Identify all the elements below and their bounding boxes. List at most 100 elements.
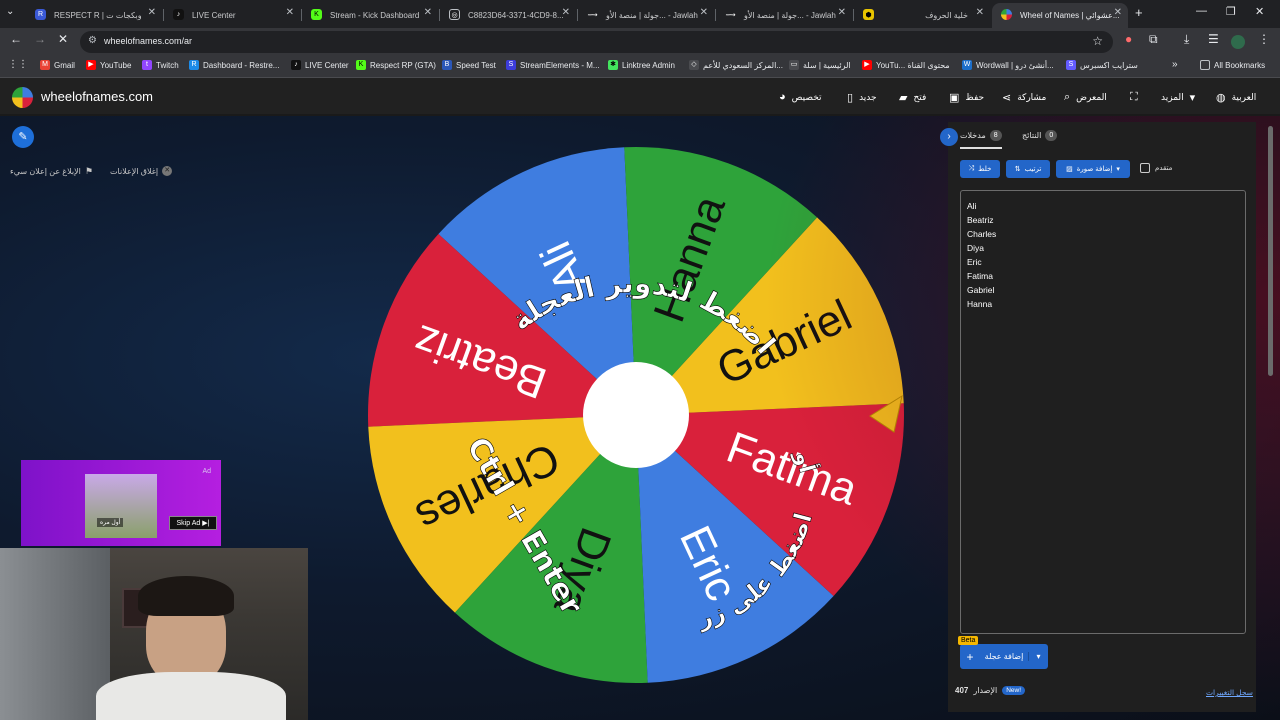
close-icon[interactable]: ✕ bbox=[838, 7, 846, 18]
close-icon[interactable]: ✕ bbox=[424, 7, 432, 18]
extensions-icon[interactable]: ⧉ bbox=[1149, 33, 1158, 45]
browser-tab-3[interactable]: K Stream - Kick Dashboard ✕ bbox=[302, 3, 438, 28]
page-scrollbar[interactable] bbox=[1268, 126, 1273, 376]
entry-line[interactable]: Gabriel bbox=[967, 283, 1239, 297]
bookmark-saudi-center[interactable]: ◇ المركز السعودي للأعم... bbox=[689, 60, 783, 70]
site-info-icon[interactable]: ⚙ bbox=[88, 35, 97, 46]
advanced-checkbox[interactable] bbox=[1140, 163, 1150, 173]
entry-line[interactable]: Beatriz bbox=[967, 213, 1239, 227]
close-icon[interactable]: ✕ bbox=[1114, 7, 1122, 18]
nav-language[interactable]: ◍ العربية bbox=[1216, 91, 1256, 104]
entries-textarea[interactable]: Ali Beatriz Charles Diya Eric Fatima Gabriel Ha… bbox=[960, 190, 1246, 634]
entry-line[interactable]: Ali bbox=[967, 199, 1239, 213]
bookmark-live-center[interactable]: ♪ LIVE Center bbox=[291, 60, 349, 70]
apps-icon[interactable]: ⋮⋮ bbox=[8, 59, 28, 70]
add-wheel-button[interactable]: + إضافة عجلة ▾ bbox=[960, 644, 1048, 669]
window-close-icon[interactable]: ✕ bbox=[1255, 5, 1264, 18]
profile-avatar[interactable] bbox=[1231, 35, 1245, 49]
bookmark-youtube-content[interactable]: ▶ YouTu... محتوى القناة bbox=[862, 60, 950, 70]
bookmark-salla[interactable]: ▭ الرئيسية | سلة bbox=[789, 60, 851, 70]
browser-tab-7[interactable]: ⬢ خلية الحروف ✕ bbox=[854, 3, 990, 28]
bookmark-dashboard[interactable]: R Dashboard - Restre... bbox=[189, 60, 279, 70]
ad-thumbnail: أول مره bbox=[85, 474, 157, 538]
wordwall-icon: W bbox=[962, 60, 972, 70]
minimize-icon[interactable]: — bbox=[1196, 5, 1207, 17]
advanced-toggle[interactable]: متقدم bbox=[1140, 163, 1172, 173]
bookmark-youtube[interactable]: ▶ YouTube bbox=[86, 60, 131, 70]
browser-tab-6[interactable]: ⟿ جولة | منصة الأو... - Jawlah ✕ bbox=[716, 3, 852, 28]
bookmark-gmail[interactable]: M Gmail bbox=[40, 60, 75, 70]
shuffle-button[interactable]: ⤨ خلط bbox=[960, 160, 1000, 178]
nav-save[interactable]: ▣ حفظ bbox=[949, 91, 984, 104]
new-badge: New! bbox=[1002, 686, 1026, 695]
close-ads-link[interactable]: إغلاق الإعلانات ✕ bbox=[110, 166, 173, 176]
nav-open[interactable]: ▰ فتح bbox=[899, 91, 926, 104]
stop-icon[interactable]: ✕ bbox=[58, 33, 68, 45]
tab-search-icon[interactable]: ⌄ bbox=[6, 6, 14, 17]
wheel-of-names[interactable]: AliBeatrizCharlesDiya EricFatimaGabrielHa… bbox=[366, 146, 910, 688]
wheel-center-hub[interactable] bbox=[583, 362, 689, 468]
entry-line[interactable]: Fatima bbox=[967, 269, 1239, 283]
add-image-button[interactable]: ▨ إضافة صورة ▾ bbox=[1056, 160, 1130, 178]
video-ad[interactable]: Ad أول مره Skip Ad ▶| bbox=[21, 460, 221, 546]
tab-entries[interactable]: مدخلات 8 bbox=[960, 130, 1002, 149]
new-tab-icon[interactable]: + bbox=[1135, 5, 1143, 20]
tab-label: خلية الحروف bbox=[925, 11, 968, 20]
browser-tab-2[interactable]: ♪ LIVE Center ✕ bbox=[164, 3, 300, 28]
nav-customize[interactable]: ◕ تخصيص bbox=[779, 91, 822, 103]
more-bookmarks-icon[interactable]: » bbox=[1172, 59, 1178, 70]
nav-more[interactable]: المزيد ▾ bbox=[1161, 91, 1195, 104]
report-ad-link[interactable]: الإبلاغ عن إعلان سيء ⚑ bbox=[10, 166, 93, 177]
reading-list-icon[interactable]: ☰ bbox=[1208, 33, 1219, 45]
close-icon[interactable]: ✕ bbox=[976, 7, 984, 18]
bookmark-label: YouTu... محتوى القناة bbox=[876, 60, 950, 70]
browser-tab-4[interactable]: ◎ C8823D64-3371-4CD9-8... ✕ bbox=[440, 3, 576, 28]
menu-icon[interactable]: ⋮ bbox=[1258, 33, 1270, 45]
back-icon[interactable]: ← bbox=[10, 33, 22, 45]
close-icon[interactable]: ✕ bbox=[562, 7, 570, 18]
tab-results[interactable]: النتائج 0 bbox=[1022, 130, 1058, 141]
nav-share[interactable]: ⋖ مشاركة bbox=[1002, 91, 1046, 104]
bookmark-label: YouTube bbox=[100, 60, 132, 70]
entry-line[interactable]: Eric bbox=[967, 255, 1239, 269]
close-icon[interactable]: ✕ bbox=[700, 7, 708, 18]
bookmark-respect[interactable]: K Respect RP (GTA) bbox=[356, 60, 436, 70]
download-icon[interactable]: ⤓ bbox=[1184, 33, 1189, 45]
bookmark-streamelements[interactable]: S StreamElements - M... bbox=[506, 60, 600, 70]
bookmark-star-icon[interactable]: ☆ bbox=[1092, 34, 1103, 48]
browser-tab-1[interactable]: R RESPECT R | وبكجات ت ✕ bbox=[26, 3, 162, 28]
entry-line[interactable]: Hanna bbox=[967, 297, 1239, 311]
forward-icon[interactable]: → bbox=[34, 33, 46, 45]
nav-gallery[interactable]: ⌕ المعرض bbox=[1064, 91, 1107, 104]
browser-tab-active[interactable]: Wheel of Names | عشوائي... ✕ bbox=[992, 3, 1128, 28]
bookmark-speedtest[interactable]: B Speed Test bbox=[442, 60, 496, 70]
bookmark-stripe[interactable]: S سترايب اكسبرس bbox=[1066, 60, 1138, 70]
skip-ad-button[interactable]: Skip Ad ▶| bbox=[169, 516, 217, 530]
entry-line[interactable]: Diya bbox=[967, 241, 1239, 255]
collapse-panel-icon[interactable]: › bbox=[940, 128, 958, 146]
changelog-link[interactable]: سجل التغييرات bbox=[1206, 688, 1253, 697]
bookmark-twitch[interactable]: t Twitch bbox=[142, 60, 179, 70]
address-bar[interactable]: ⚙ wheelofnames.com/ar ☆ bbox=[80, 31, 1113, 53]
caret-down-icon[interactable]: ▾ bbox=[1028, 652, 1048, 661]
bookmark-wordwall[interactable]: W Wordwall | أنشئ درو... bbox=[962, 60, 1054, 70]
entry-line[interactable]: Charles bbox=[967, 227, 1239, 241]
nav-fullscreen[interactable]: ⛶ bbox=[1130, 91, 1138, 104]
webcam-background-window bbox=[0, 548, 110, 720]
edit-button[interactable]: ✎ bbox=[12, 126, 34, 148]
nav-label: مشاركة bbox=[1017, 92, 1047, 102]
sort-button[interactable]: ⇅ ترتيب bbox=[1006, 160, 1050, 178]
tab-label: C8823D64-3371-4CD9-8... bbox=[468, 11, 564, 20]
browser-tab-5[interactable]: ⟿ جولة | منصة الأو... - Jawlah ✕ bbox=[578, 3, 714, 28]
extension-record-icon[interactable]: ● bbox=[1125, 33, 1132, 45]
palette-icon: ◕ bbox=[779, 91, 786, 103]
close-icon[interactable]: ✕ bbox=[148, 7, 156, 18]
close-circle-icon: ✕ bbox=[162, 166, 173, 176]
site-logo-icon[interactable] bbox=[12, 87, 33, 108]
site-name[interactable]: wheelofnames.com bbox=[41, 89, 153, 104]
close-icon[interactable]: ✕ bbox=[286, 7, 294, 18]
bookmark-linktree[interactable]: ✱ Linktree Admin bbox=[608, 60, 675, 70]
all-bookmarks[interactable]: All Bookmarks bbox=[1200, 60, 1265, 70]
nav-new[interactable]: ▯ جديد bbox=[847, 91, 877, 104]
restore-icon[interactable]: ❐ bbox=[1226, 5, 1236, 18]
